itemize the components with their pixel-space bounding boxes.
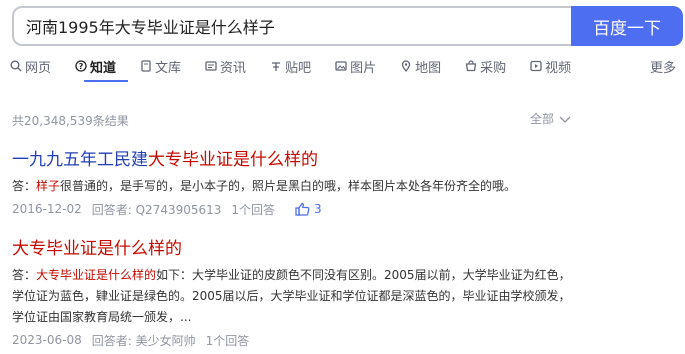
tab-shop[interactable]: 采购 — [465, 57, 506, 76]
result-answer-count: 1个回答 — [205, 333, 250, 348]
snippet-text: 很普通的，是手写的，是小本子的，照片是黑白的哦，样本图片本处各年份齐全的哦。 — [60, 179, 517, 193]
like-count: 3 — [314, 202, 322, 216]
result-item: 一九九五年工民建大专毕业证是什么样的 答：样子很普通的，是手写的，是小本子的，照… — [12, 148, 572, 218]
search-input[interactable] — [12, 6, 571, 46]
result-answerer: 回答者: 美少女阿帅 — [91, 333, 196, 348]
tab-image[interactable]: 图片 — [335, 57, 376, 76]
result-count: 共20,348,539条结果 — [12, 114, 129, 128]
search-icon — [10, 60, 22, 72]
scope-label: 全部 — [529, 112, 554, 126]
scope-dropdown[interactable]: 全部 — [530, 110, 572, 127]
tab-label: 知道 — [90, 60, 117, 76]
result-footer: 2016-12-02 回答者: Q2743905613 1个回答 3 — [12, 200, 572, 218]
chevron-down-icon — [559, 116, 571, 123]
snippet-highlight: 大专毕业证是什么样的 — [36, 268, 157, 282]
tab-label: 采购 — [480, 60, 507, 76]
tab-zhidao[interactable]: ? 知道 — [75, 57, 116, 76]
tab-wenku[interactable]: 文库 — [140, 57, 181, 76]
tab-label: 视频 — [545, 60, 572, 76]
title-highlight: 大专毕业证是什么样的 — [12, 239, 182, 259]
question-icon: ? — [75, 60, 87, 72]
snippet-prefix: 答： — [12, 268, 37, 282]
document-icon — [140, 60, 152, 72]
like-button[interactable]: 3 — [295, 202, 332, 216]
shop-icon — [465, 60, 477, 72]
result-footer: 2023-06-08 回答者: 美少女阿帅 1个回答 — [12, 331, 572, 349]
title-highlight: 大专毕业证是什么样的 — [148, 150, 318, 170]
tab-web[interactable]: 网页 — [10, 57, 51, 76]
tab-more[interactable]: 更多 — [650, 57, 676, 76]
map-pin-icon — [400, 60, 412, 72]
thumbs-up-icon — [295, 202, 310, 216]
result-date: 2016-12-02 — [12, 202, 82, 216]
tab-label: 贴吧 — [285, 60, 312, 76]
tab-video[interactable]: 视频 — [530, 57, 571, 76]
image-icon — [335, 60, 347, 72]
tab-tieba[interactable]: 贴吧 — [270, 57, 311, 76]
result-item: 大专毕业证是什么样的 答：大专毕业证是什么样的如下：大学毕业证的皮颜色不同没有区… — [12, 237, 572, 349]
tieba-icon — [270, 60, 282, 72]
search-tabs: 网页 ? 知道 文库 资讯 贴吧 图片 地图 采购 视频 更多 — [10, 56, 681, 76]
results-meta: 共20,348,539条结果 全部 — [12, 110, 572, 128]
snippet-highlight: 样子 — [36, 179, 61, 193]
result-date: 2023-06-08 — [12, 333, 82, 347]
search-bar: 百度一下 — [12, 6, 683, 46]
result-snippet: 答：样子很普通的，是手写的，是小本子的，照片是黑白的哦，样本图片本处各年份齐全的… — [12, 176, 572, 197]
tab-map[interactable]: 地图 — [400, 57, 441, 76]
tab-label: 网页 — [25, 60, 52, 76]
result-snippet: 答：大专毕业证是什么样的如下：大学毕业证的皮颜色不同没有区别。2005届以前，大… — [12, 265, 572, 328]
svg-text:?: ? — [79, 62, 84, 71]
news-icon — [205, 60, 217, 72]
video-icon — [530, 60, 542, 72]
active-tab-indicator — [84, 80, 128, 82]
tab-label: 资讯 — [220, 60, 247, 76]
title-text: 一九九五年工民建 — [12, 150, 148, 170]
result-answer-count: 1个回答 — [231, 202, 276, 217]
tab-label: 更多 — [649, 60, 676, 76]
tab-label: 地图 — [415, 60, 442, 76]
tab-label: 文库 — [155, 60, 182, 76]
tab-news[interactable]: 资讯 — [205, 57, 246, 76]
snippet-prefix: 答： — [12, 179, 37, 193]
search-button[interactable]: 百度一下 — [571, 6, 683, 46]
result-answerer: 回答者: Q2743905613 — [91, 202, 222, 217]
result-title-link[interactable]: 一九九五年工民建大专毕业证是什么样的 — [12, 148, 572, 172]
result-title-link[interactable]: 大专毕业证是什么样的 — [12, 237, 572, 261]
tab-label: 图片 — [350, 60, 377, 76]
